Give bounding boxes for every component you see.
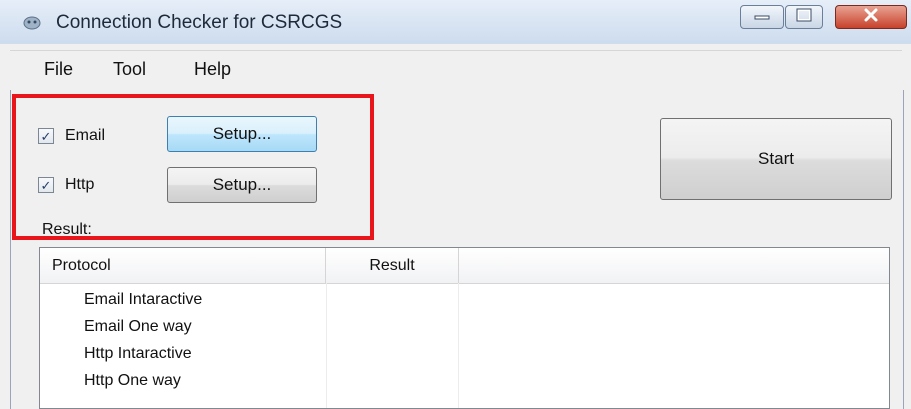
protocol-cell: Email Intaractive xyxy=(84,290,203,308)
protocol-cell: Http Intaractive xyxy=(84,344,192,362)
result-label: Result: xyxy=(42,221,92,238)
menu-help[interactable]: Help xyxy=(194,59,231,80)
window-title: Connection Checker for CSRCGS xyxy=(56,12,343,33)
table-header: Protocol Result xyxy=(40,248,889,284)
results-table[interactable]: Protocol Result Email Intaractive Email … xyxy=(39,247,890,409)
menu-bar: File Tool Help xyxy=(10,50,902,91)
column-header-protocol[interactable]: Protocol xyxy=(40,248,326,283)
app-icon xyxy=(23,14,41,30)
menu-tool[interactable]: Tool xyxy=(113,59,146,80)
minimize-icon xyxy=(754,8,770,26)
app-window: Connection Checker for CSRCGS File Tool … xyxy=(0,0,911,409)
close-button[interactable] xyxy=(835,5,907,29)
maximize-icon xyxy=(796,8,812,27)
table-row[interactable]: Email Intaractive xyxy=(40,286,889,313)
close-icon xyxy=(863,8,879,27)
table-row[interactable]: Http Intaractive xyxy=(40,340,889,367)
highlight-box xyxy=(12,94,374,240)
start-button[interactable]: Start xyxy=(660,118,892,200)
menu-file[interactable]: File xyxy=(44,59,73,80)
table-row[interactable]: Http One way xyxy=(40,367,889,394)
minimize-button[interactable] xyxy=(740,5,784,29)
column-header-result[interactable]: Result xyxy=(326,248,459,283)
title-bar[interactable]: Connection Checker for CSRCGS xyxy=(0,0,911,44)
protocol-cell: Email One way xyxy=(84,317,192,335)
maximize-button[interactable] xyxy=(785,5,823,29)
table-row[interactable]: Email One way xyxy=(40,313,889,340)
protocol-cell: Http One way xyxy=(84,371,181,389)
